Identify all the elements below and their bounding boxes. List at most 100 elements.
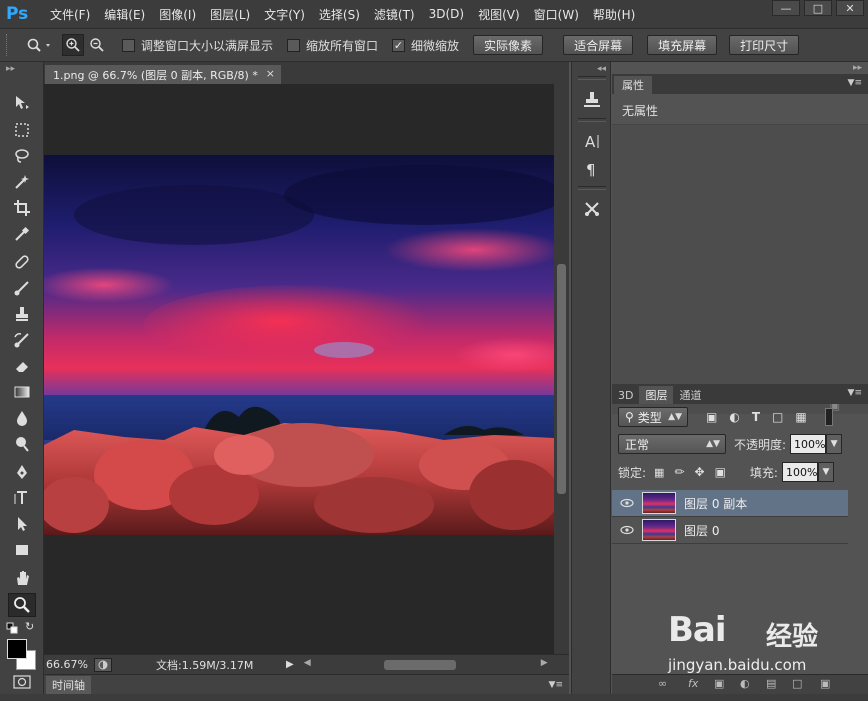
default-colors-icon[interactable] [6, 622, 18, 637]
resize-windows-checkbox[interactable]: 调整窗口大小以满屏显示 [122, 37, 273, 54]
visibility-eye-icon[interactable] [612, 525, 642, 535]
layer-row[interactable]: 图层 0 副本 [612, 490, 848, 517]
link-layers-icon[interactable]: ∞ [658, 677, 667, 690]
tab-3d[interactable]: 3D [612, 386, 639, 404]
move-tool-icon[interactable] [8, 91, 36, 115]
document-tab[interactable]: 1.png @ 66.7% (图层 0 副本, RGB/8) * × [45, 65, 281, 84]
timeline-tab[interactable]: 时间轴 [46, 675, 91, 694]
quick-mask-icon[interactable] [13, 675, 31, 692]
tool-presets-icon[interactable] [580, 198, 604, 220]
fill-slider-arrow-icon[interactable]: ▼ [817, 462, 834, 482]
menu-edit[interactable]: 编辑(E) [104, 6, 145, 23]
checkbox-box[interactable] [122, 38, 135, 52]
blur-tool-icon[interactable] [8, 406, 36, 430]
opacity-input[interactable]: 100% [790, 434, 827, 454]
rectangle-tool-icon[interactable] [8, 538, 36, 562]
zoom-tool-icon[interactable] [8, 593, 36, 617]
lock-transparent-icon[interactable]: ▦ [654, 466, 664, 479]
filter-type-icon[interactable]: T [752, 410, 760, 424]
horizontal-scroll-thumb[interactable] [383, 659, 456, 670]
crop-tool-icon[interactable] [8, 196, 36, 220]
menu-3d[interactable]: 3D(D) [429, 7, 464, 21]
tab-layers[interactable]: 图层 [639, 386, 674, 404]
menu-window[interactable]: 窗口(W) [534, 6, 579, 23]
pen-tool-icon[interactable] [8, 460, 36, 484]
layer-filter-dropdown[interactable]: ⚲ 类型 ▲▼ [618, 407, 688, 427]
eyedropper-tool-icon[interactable] [8, 222, 36, 246]
close-tab-icon[interactable]: × [266, 67, 275, 80]
blend-mode-dropdown[interactable]: 正常 ▲▼ [618, 434, 726, 454]
fit-screen-button[interactable]: 适合屏幕 [563, 35, 634, 55]
checkmark-icon[interactable]: ✓ [392, 38, 406, 52]
filter-shape-icon[interactable]: □ [772, 410, 783, 424]
visibility-eye-icon[interactable] [612, 498, 642, 508]
minimize-icon[interactable]: — [772, 0, 800, 16]
zoom-out-icon[interactable] [86, 34, 108, 56]
actual-pixels-button[interactable]: 实际像素 [473, 35, 544, 55]
menu-filter[interactable]: 滤镜(T) [374, 6, 415, 23]
magic-wand-tool-icon[interactable] [8, 170, 36, 194]
scrubby-zoom-checkbox[interactable]: ✓ 细微缩放 [392, 37, 459, 54]
collapse-dock-icon[interactable]: ◂◂ [597, 64, 606, 74]
layer-name[interactable]: 图层 0 副本 [684, 495, 747, 512]
status-info-icon[interactable] [94, 657, 112, 672]
restore-icon[interactable]: □ [804, 0, 832, 16]
brush-tool-icon[interactable] [8, 276, 36, 300]
swap-colors-icon[interactable]: ↻ [25, 620, 34, 633]
path-selection-tool-icon[interactable] [8, 512, 36, 536]
history-brush-tool-icon[interactable] [8, 328, 36, 352]
layer-row[interactable]: 图层 0 [612, 517, 848, 544]
layer-name[interactable]: 图层 0 [684, 522, 719, 539]
lock-all-icon[interactable]: ▣ [715, 465, 726, 479]
panel-menu-icon[interactable]: ▼≡ [848, 388, 862, 398]
zoom-level[interactable]: 66.67% [46, 658, 90, 671]
scroll-left-icon[interactable]: ◀ [304, 658, 311, 668]
properties-tab[interactable]: 属性 [614, 76, 652, 94]
gradient-tool-icon[interactable] [8, 380, 36, 404]
canvas-area[interactable] [44, 84, 554, 654]
menu-select[interactable]: 选择(S) [319, 6, 360, 23]
type-tool-icon[interactable] [8, 486, 36, 510]
clone-stamp-tool-icon[interactable] [8, 302, 36, 326]
document-image[interactable] [44, 155, 554, 535]
healing-brush-tool-icon[interactable] [8, 250, 36, 274]
checkbox-box[interactable] [287, 38, 301, 52]
collapse-panels-icon[interactable]: ▸▸ [853, 63, 862, 73]
options-grip[interactable] [6, 34, 10, 56]
menu-view[interactable]: 视图(V) [478, 6, 520, 23]
vertical-scrollbar[interactable] [554, 84, 569, 654]
paragraph-panel-icon[interactable]: ¶ [580, 158, 604, 180]
filter-toggle-switch[interactable] [824, 408, 833, 426]
marquee-tool-icon[interactable] [8, 118, 36, 142]
panel-menu-icon[interactable]: ▼≡ [848, 78, 862, 88]
menu-help[interactable]: 帮助(H) [593, 6, 635, 23]
hand-tool-icon[interactable] [8, 566, 36, 590]
character-panel-icon[interactable]: A [580, 130, 604, 152]
foreground-color-swatch[interactable] [7, 639, 27, 659]
fill-screen-button[interactable]: 填充屏幕 [647, 35, 718, 55]
lasso-tool-icon[interactable] [8, 144, 36, 168]
menu-file[interactable]: 文件(F) [50, 6, 90, 23]
opacity-slider-arrow-icon[interactable]: ▼ [826, 434, 843, 454]
horizontal-scrollbar[interactable]: ◀ ▶ [304, 658, 548, 672]
menu-type[interactable]: 文字(Y) [264, 6, 305, 23]
menu-layer[interactable]: 图层(L) [210, 6, 250, 23]
filter-pixel-icon[interactable]: ▣ [706, 410, 717, 424]
print-size-button[interactable]: 打印尺寸 [729, 35, 800, 55]
scroll-right-icon[interactable]: ▶ [541, 658, 548, 668]
zoom-all-checkbox[interactable]: 缩放所有窗口 [287, 37, 378, 54]
filter-adjustment-icon[interactable]: ◐ [729, 410, 739, 424]
eraser-tool-icon[interactable] [8, 354, 36, 378]
zoom-in-icon[interactable] [62, 34, 84, 56]
fill-input[interactable]: 100% [781, 462, 818, 482]
close-icon[interactable]: ✕ [836, 0, 864, 16]
lock-position-icon[interactable]: ✥ [695, 465, 705, 479]
menu-image[interactable]: 图像(I) [159, 6, 196, 23]
dodge-tool-icon[interactable] [8, 432, 36, 456]
filter-smart-object-icon[interactable]: ▦ [795, 410, 806, 424]
vertical-scroll-thumb[interactable] [557, 264, 566, 494]
clone-source-icon[interactable] [580, 88, 604, 110]
panel-menu-icon[interactable]: ▼≡ [549, 680, 563, 690]
status-menu-arrow-icon[interactable]: ▶ [286, 659, 294, 670]
lock-image-icon[interactable]: ✏ [674, 465, 684, 479]
